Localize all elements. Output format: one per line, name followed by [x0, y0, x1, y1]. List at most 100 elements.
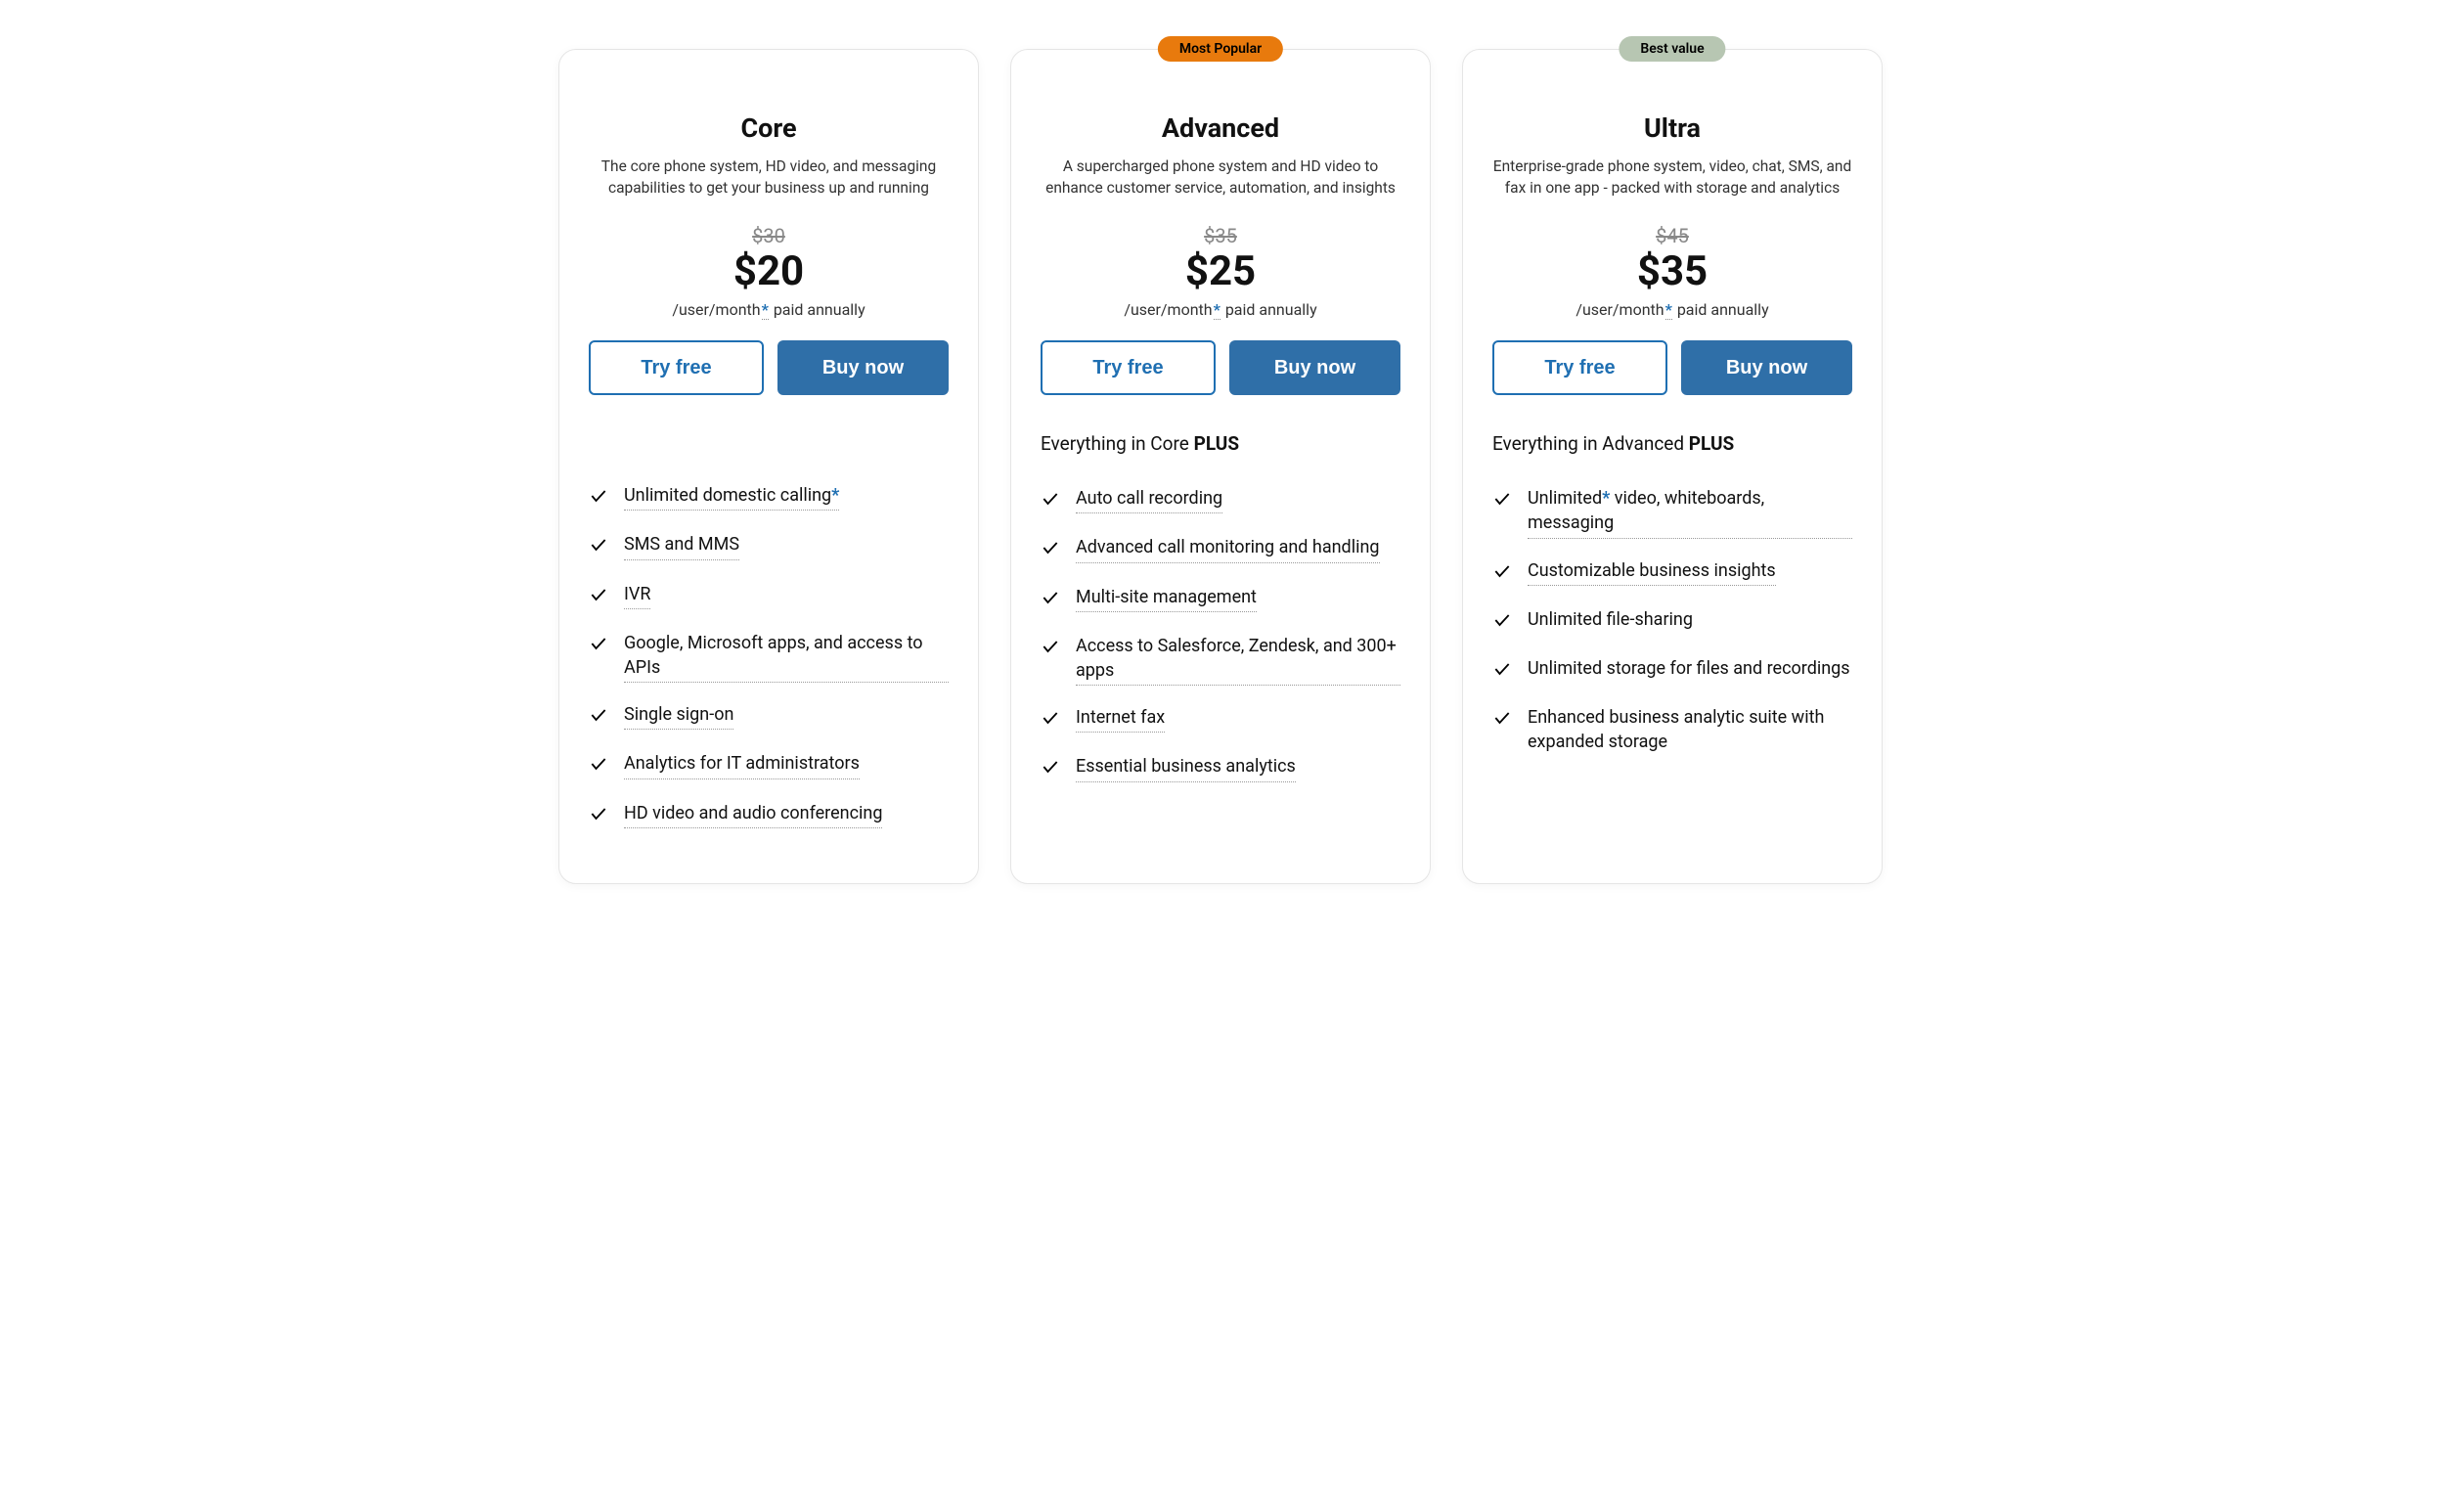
feature-text: IVR [624, 582, 650, 609]
feature-item: Unlimited* video, whiteboards, messaging [1492, 486, 1852, 538]
feature-text: Internet fax [1076, 705, 1165, 733]
feature-item: Unlimited file-sharing [1492, 607, 1852, 637]
everything-in-header: Everything in Advanced PLUS [1492, 432, 1852, 455]
feature-text: Enhanced business analytic suite with ex… [1528, 705, 1852, 756]
feature-text-main: Unlimited domestic calling [624, 485, 831, 506]
check-icon [1492, 489, 1514, 515]
price-unit-suffix: paid annually [1225, 300, 1317, 319]
check-icon [1492, 610, 1514, 637]
check-icon [1041, 637, 1062, 663]
check-icon [589, 535, 610, 561]
everything-prefix: Everything in Core [1041, 432, 1189, 455]
feature-text: Advanced call monitoring and handling [1076, 535, 1380, 562]
plan-description: The core phone system, HD video, and mes… [589, 156, 949, 200]
check-icon [1041, 708, 1062, 734]
feature-item: Access to Salesforce, Zendesk, and 300+ … [1041, 634, 1400, 686]
price-asterisk[interactable]: * [1214, 300, 1220, 320]
plan-card-advanced: Most PopularAdvancedA supercharged phone… [1010, 49, 1431, 884]
old-price: $45 [1492, 224, 1852, 247]
feature-text: Customizable business insights [1528, 558, 1776, 586]
feature-text: Google, Microsoft apps, and access to AP… [624, 631, 949, 683]
feature-item: Essential business analytics [1041, 754, 1400, 783]
button-row: Try free Buy now [1492, 340, 1852, 395]
feature-item: Google, Microsoft apps, and access to AP… [589, 631, 949, 683]
feature-text: Unlimited domestic calling* [624, 483, 839, 511]
feature-text: Multi-site management [1076, 585, 1257, 612]
buy-now-button[interactable]: Buy now [1681, 340, 1852, 395]
feature-text-main: Enhanced business analytic suite with ex… [1528, 707, 1824, 752]
buy-now-button[interactable]: Buy now [1229, 340, 1400, 395]
check-icon [1041, 757, 1062, 783]
try-free-button[interactable]: Try free [589, 340, 764, 395]
feature-text-main: HD video and audio conferencing [624, 803, 882, 823]
price-block: $45$35/user/month* paid annually [1492, 224, 1852, 319]
try-free-button[interactable]: Try free [1492, 340, 1667, 395]
feature-text-main: Essential business analytics [1076, 756, 1296, 777]
feature-text-main: Unlimited file-sharing [1528, 609, 1693, 630]
try-free-button[interactable]: Try free [1041, 340, 1216, 395]
feature-text: Auto call recording [1076, 486, 1222, 513]
price-asterisk[interactable]: * [762, 300, 769, 320]
check-icon [1041, 538, 1062, 564]
feature-text-main: Analytics for IT administrators [624, 753, 860, 774]
old-price: $30 [589, 224, 949, 247]
spacer [589, 395, 949, 458]
plan-description: Enterprise-grade phone system, video, ch… [1492, 156, 1852, 200]
feature-item: Single sign-on [589, 702, 949, 732]
feature-text-main: Advanced call monitoring and handling [1076, 537, 1380, 557]
everything-plus: PLUS [1689, 432, 1734, 455]
feature-text-main: Multi-site management [1076, 587, 1257, 607]
check-icon [1041, 588, 1062, 614]
feature-text: SMS and MMS [624, 532, 739, 559]
price-asterisk[interactable]: * [1665, 300, 1672, 320]
feature-item: Advanced call monitoring and handling [1041, 535, 1400, 564]
plan-card-ultra: Best valueUltraEnterprise-grade phone sy… [1462, 49, 1883, 884]
feature-text: Unlimited file-sharing [1528, 607, 1693, 634]
price: $25 [1041, 249, 1400, 294]
check-icon [1492, 561, 1514, 588]
plan-description: A supercharged phone system and HD video… [1041, 156, 1400, 200]
feature-item: HD video and audio conferencing [589, 801, 949, 830]
button-row: Try freeBuy now [1041, 340, 1400, 395]
button-row: Try freeBuy now [589, 340, 949, 395]
feature-text: Single sign-on [624, 702, 733, 730]
feature-item: Customizable business insights [1492, 558, 1852, 588]
feature-text: Unlimited storage for files and recordin… [1528, 656, 1850, 683]
feature-asterisk[interactable]: * [831, 485, 839, 506]
everything-prefix: Everything in Advanced [1492, 432, 1684, 455]
price-unit-suffix: paid annually [774, 300, 865, 319]
feature-text: Essential business analytics [1076, 754, 1296, 781]
feature-item: Auto call recording [1041, 486, 1400, 515]
everything-in-header: Everything in Core PLUS [1041, 432, 1400, 455]
price-unit-prefix: /user/month [1124, 300, 1212, 319]
feature-text: Access to Salesforce, Zendesk, and 300+ … [1076, 634, 1400, 686]
price-caption: /user/month* paid annually [1041, 300, 1400, 319]
feature-item: Internet fax [1041, 705, 1400, 734]
feature-text-main: Single sign-on [624, 704, 733, 725]
check-icon [589, 634, 610, 660]
feature-text-main: Google, Microsoft apps, and access to AP… [624, 633, 923, 678]
check-icon [1041, 489, 1062, 515]
feature-text-main: Internet fax [1076, 707, 1165, 728]
check-icon [589, 754, 610, 780]
price-unit-prefix: /user/month [1576, 300, 1664, 319]
check-icon [589, 585, 610, 611]
check-icon [1492, 659, 1514, 686]
plan-badge: Most Popular [1158, 36, 1283, 62]
price-unit-prefix: /user/month [672, 300, 760, 319]
feature-list: Unlimited domestic calling* SMS and MMS IV… [589, 483, 949, 850]
feature-text-main: Customizable business insights [1528, 560, 1776, 581]
plan-badge: Best value [1619, 36, 1725, 62]
feature-item: Enhanced business analytic suite with ex… [1492, 705, 1852, 756]
buy-now-button[interactable]: Buy now [777, 340, 949, 395]
price-caption: /user/month* paid annually [589, 300, 949, 319]
price-unit-suffix: paid annually [1677, 300, 1769, 319]
feature-list: Auto call recording Advanced call monitor… [1041, 486, 1400, 803]
feature-text-pre: Unlimited [1528, 488, 1602, 509]
price-block: $35$25/user/month* paid annually [1041, 224, 1400, 319]
feature-text-main: IVR [624, 584, 650, 604]
pricing-grid: Core The core phone system, HD video, and… [59, 49, 2382, 884]
plan-name: Core [589, 112, 949, 144]
feature-text-main: Auto call recording [1076, 488, 1222, 509]
price-caption: /user/month* paid annually [1492, 300, 1852, 319]
